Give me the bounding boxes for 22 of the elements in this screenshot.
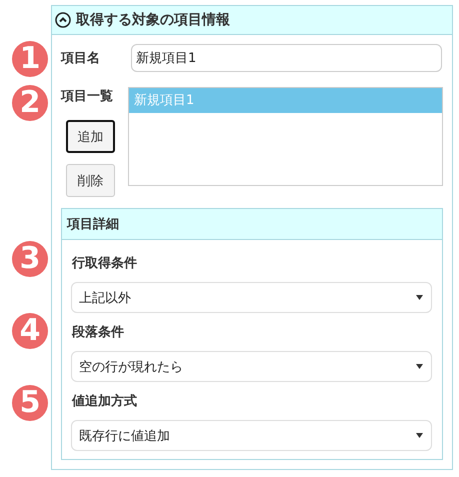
field-label: 行取得条件 (72, 255, 138, 272)
caret-icon (416, 295, 423, 300)
number-badge: 3 (12, 241, 48, 277)
name-input[interactable]: 新規項目1 (131, 44, 442, 72)
delete-button[interactable]: 削除 (66, 164, 115, 197)
dropdown[interactable]: 上記以外 (71, 282, 432, 313)
number-badge: 2 (12, 85, 48, 121)
number-badge: 4 (12, 313, 48, 349)
dropdown[interactable]: 既存行に値追加 (71, 420, 432, 451)
panel-title: 取得する対象の項目情報 (76, 11, 230, 29)
number-badge: 1 (12, 41, 48, 77)
field-label: 値追加方式 (72, 392, 138, 410)
number-badge: 5 (12, 385, 48, 421)
field-label: 項目一覧 (61, 88, 114, 105)
field-label: 項目名 (61, 50, 101, 67)
dropdown[interactable]: 空の行が現れたら (71, 351, 432, 382)
caret-icon (416, 364, 423, 369)
field-label: 段落条件 (72, 324, 125, 341)
collapse-icon[interactable] (55, 12, 71, 28)
section-title: 項目詳細 (62, 209, 442, 240)
add-button[interactable]: 追加 (66, 120, 115, 153)
caret-icon (416, 433, 423, 438)
